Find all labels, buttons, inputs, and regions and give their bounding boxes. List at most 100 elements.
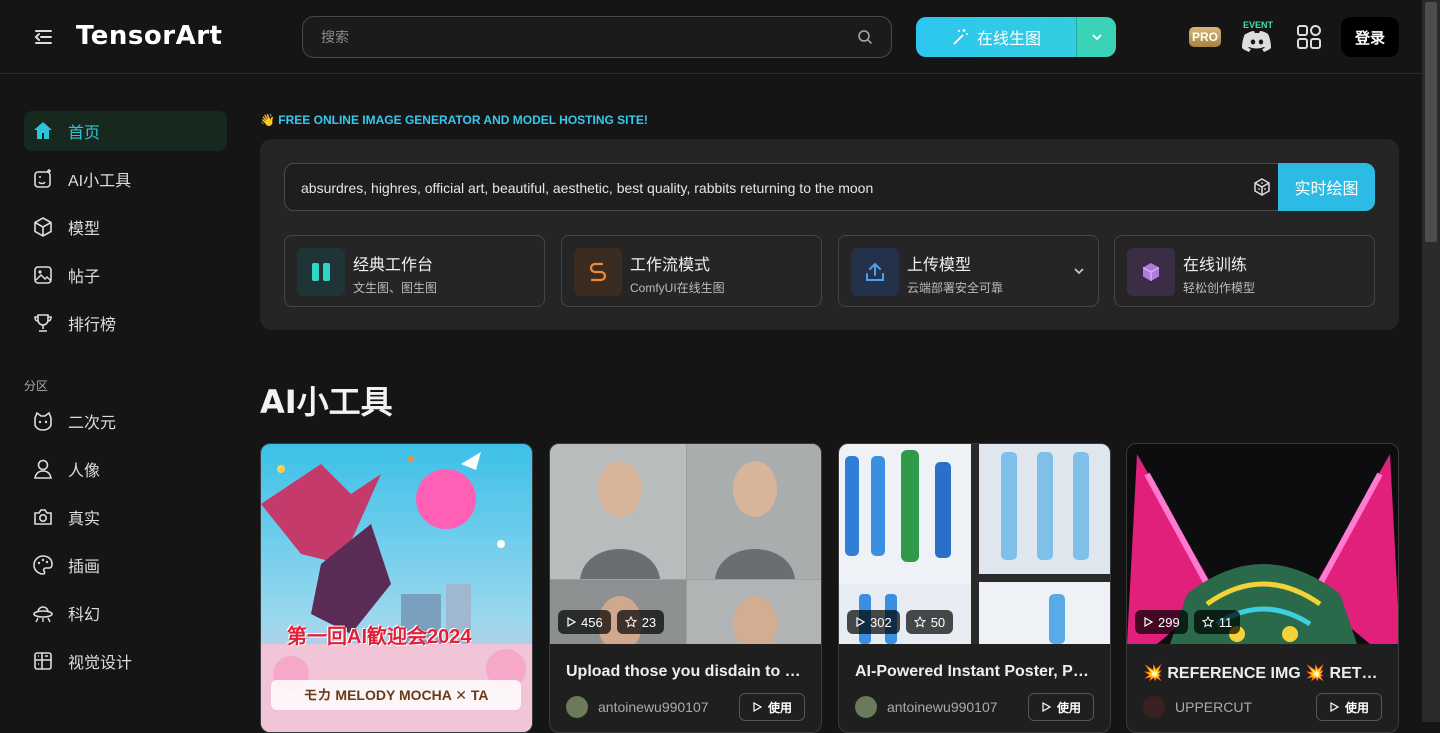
sidebar-item-label: 视觉设计: [68, 655, 133, 672]
card-author[interactable]: antoinewu990107: [566, 696, 709, 718]
runs-badge: 456: [558, 610, 611, 634]
menu-collapse-icon[interactable]: [32, 26, 54, 48]
avatar: [855, 696, 877, 718]
stars-count: 11: [1218, 614, 1233, 630]
runs-count: 456: [581, 614, 603, 630]
author-name: UPPERCUT: [1175, 699, 1253, 715]
discord-icon: [1242, 30, 1272, 52]
card-title[interactable]: 💥 REFERENCE IMG 💥 RETRO: [1143, 663, 1383, 683]
sidebar-item-label: 二次元: [68, 415, 117, 432]
live-draw-button[interactable]: 实时绘图: [1278, 163, 1375, 211]
generate-online-button[interactable]: 在线生图: [916, 17, 1076, 57]
prompt-text[interactable]: absurdres, highres, official art, beauti…: [301, 180, 1241, 196]
mode-workflow[interactable]: 工作流模式 ComfyUI在线生图: [561, 235, 822, 307]
use-button[interactable]: 使用: [1316, 693, 1382, 721]
star-icon: [624, 616, 637, 628]
use-label: 使用: [1344, 700, 1369, 715]
magic-wand-icon: [951, 27, 971, 47]
avatar: [1143, 696, 1165, 718]
image-icon: [32, 264, 54, 286]
palette-icon: [32, 554, 54, 576]
play-icon: [1329, 702, 1339, 712]
sidebar-item-leaderboard[interactable]: 排行榜: [24, 303, 227, 343]
ai-tools-icon: [32, 168, 54, 190]
tagline: 👋 FREE ONLINE IMAGE GENERATOR AND MODEL …: [260, 113, 648, 127]
event-label: EVENT: [1243, 20, 1274, 30]
sidebar-item-label: 真实: [68, 511, 101, 528]
mode-upload-model[interactable]: 上传模型 云端部署安全可靠: [838, 235, 1099, 307]
discord-event-button[interactable]: EVENT: [1240, 20, 1274, 54]
card-stats: 456 23: [558, 610, 665, 634]
search-bar[interactable]: [302, 16, 892, 58]
card-stats: 299 11: [1135, 610, 1241, 634]
workflow-icon: [574, 248, 622, 296]
sidebar-item-realistic[interactable]: 真实: [24, 497, 227, 537]
mode-subtitle: ComfyUI在线生图: [630, 281, 725, 295]
sidebar-item-label: 模型: [68, 221, 101, 238]
sidebar-item-models[interactable]: 模型: [24, 207, 227, 247]
mode-title: 上传模型: [907, 257, 972, 274]
generate-dropdown-button[interactable]: [1076, 17, 1116, 57]
play-icon: [855, 617, 865, 627]
apps-grid-icon[interactable]: [1296, 24, 1322, 50]
runs-badge: 302: [847, 610, 900, 634]
runs-count: 299: [1158, 614, 1180, 630]
use-button[interactable]: 使用: [739, 693, 805, 721]
mode-title: 经典工作台: [353, 257, 434, 274]
prompt-input[interactable]: absurdres, highres, official art, beauti…: [284, 163, 1375, 211]
play-icon: [752, 702, 762, 712]
play-icon: [1143, 617, 1153, 627]
top-bar: TensorArt 在线生图 PRO EVENT 登录: [0, 0, 1422, 74]
card-title[interactable]: AI-Powered Instant Poster, Pro...: [855, 663, 1095, 681]
chevron-down-icon: [1090, 30, 1104, 44]
sidebar-item-label: 人像: [68, 463, 101, 480]
login-button[interactable]: 登录: [1341, 17, 1399, 57]
sidebar-item-illustration[interactable]: 插画: [24, 545, 227, 585]
runs-count: 302: [870, 614, 892, 630]
tool-card-instant-poster[interactable]: 302 50 AI-Powered Instant Poster, Pro...…: [838, 443, 1111, 733]
runs-badge: 299: [1135, 610, 1188, 634]
person-icon: [32, 458, 54, 480]
search-input[interactable]: [321, 17, 841, 57]
stars-count: 23: [641, 614, 657, 630]
sidebar-item-portrait[interactable]: 人像: [24, 449, 227, 489]
tool-card-portrait-swap[interactable]: 456 23 Upload those you disdain to se...…: [549, 443, 822, 733]
event-poster-footer: モカ MELODY MOCHA ✕ TA: [271, 680, 521, 710]
tool-card-event-poster[interactable]: 第一回AI歓迎会2024 モカ MELODY MOCHA ✕ TA: [260, 443, 533, 733]
star-icon: [913, 616, 926, 628]
logo[interactable]: TensorArt: [76, 18, 222, 54]
card-title[interactable]: Upload those you disdain to se...: [566, 663, 806, 681]
play-icon: [566, 617, 576, 627]
pro-badge[interactable]: PRO: [1189, 27, 1221, 47]
mode-online-training[interactable]: 在线训练 轻松创作模型: [1114, 235, 1375, 307]
sidebar-item-visual-design[interactable]: 视觉设计: [24, 641, 227, 681]
sidebar-item-posts[interactable]: 帖子: [24, 255, 227, 295]
page-scrollbar[interactable]: [1422, 0, 1440, 722]
sidebar-item-home[interactable]: 首页: [24, 111, 227, 151]
trophy-icon: [32, 312, 54, 334]
card-author[interactable]: UPPERCUT: [1143, 696, 1252, 718]
workbench-icon: [297, 248, 345, 296]
sidebar-item-label: 排行榜: [68, 317, 117, 334]
sidebar-item-label: AI小工具: [68, 173, 132, 190]
mode-classic-workbench[interactable]: 经典工作台 文生图、图生图: [284, 235, 545, 307]
card-stats: 302 50: [847, 610, 954, 634]
scrollbar-thumb[interactable]: [1425, 2, 1437, 242]
sidebar-item-label: 帖子: [68, 269, 101, 286]
card-author[interactable]: antoinewu990107: [855, 696, 998, 718]
mode-subtitle: 云端部署安全可靠: [907, 281, 1004, 295]
mode-title: 在线训练: [1183, 257, 1248, 274]
train-cube-icon: [1127, 248, 1175, 296]
sidebar-item-scifi[interactable]: 科幻: [24, 593, 227, 633]
ufo-icon: [32, 602, 54, 624]
random-dice-icon[interactable]: [1252, 177, 1272, 197]
use-button[interactable]: 使用: [1028, 693, 1094, 721]
sidebar-item-ai-tools[interactable]: AI小工具: [24, 159, 227, 199]
cube-icon: [32, 216, 54, 238]
sidebar: 首页 AI小工具 模型 帖子 排行榜 分区 二次元 人像 真实 插画 科幻 视觉…: [0, 74, 240, 722]
chevron-down-icon[interactable]: [1072, 264, 1086, 278]
tool-card-retro[interactable]: 299 11 💥 REFERENCE IMG 💥 RETRO UPPERCUT …: [1126, 443, 1399, 733]
sidebar-item-anime[interactable]: 二次元: [24, 401, 227, 441]
event-poster-banner: 第一回AI歓迎会2024: [287, 626, 472, 648]
search-icon[interactable]: [857, 29, 873, 45]
